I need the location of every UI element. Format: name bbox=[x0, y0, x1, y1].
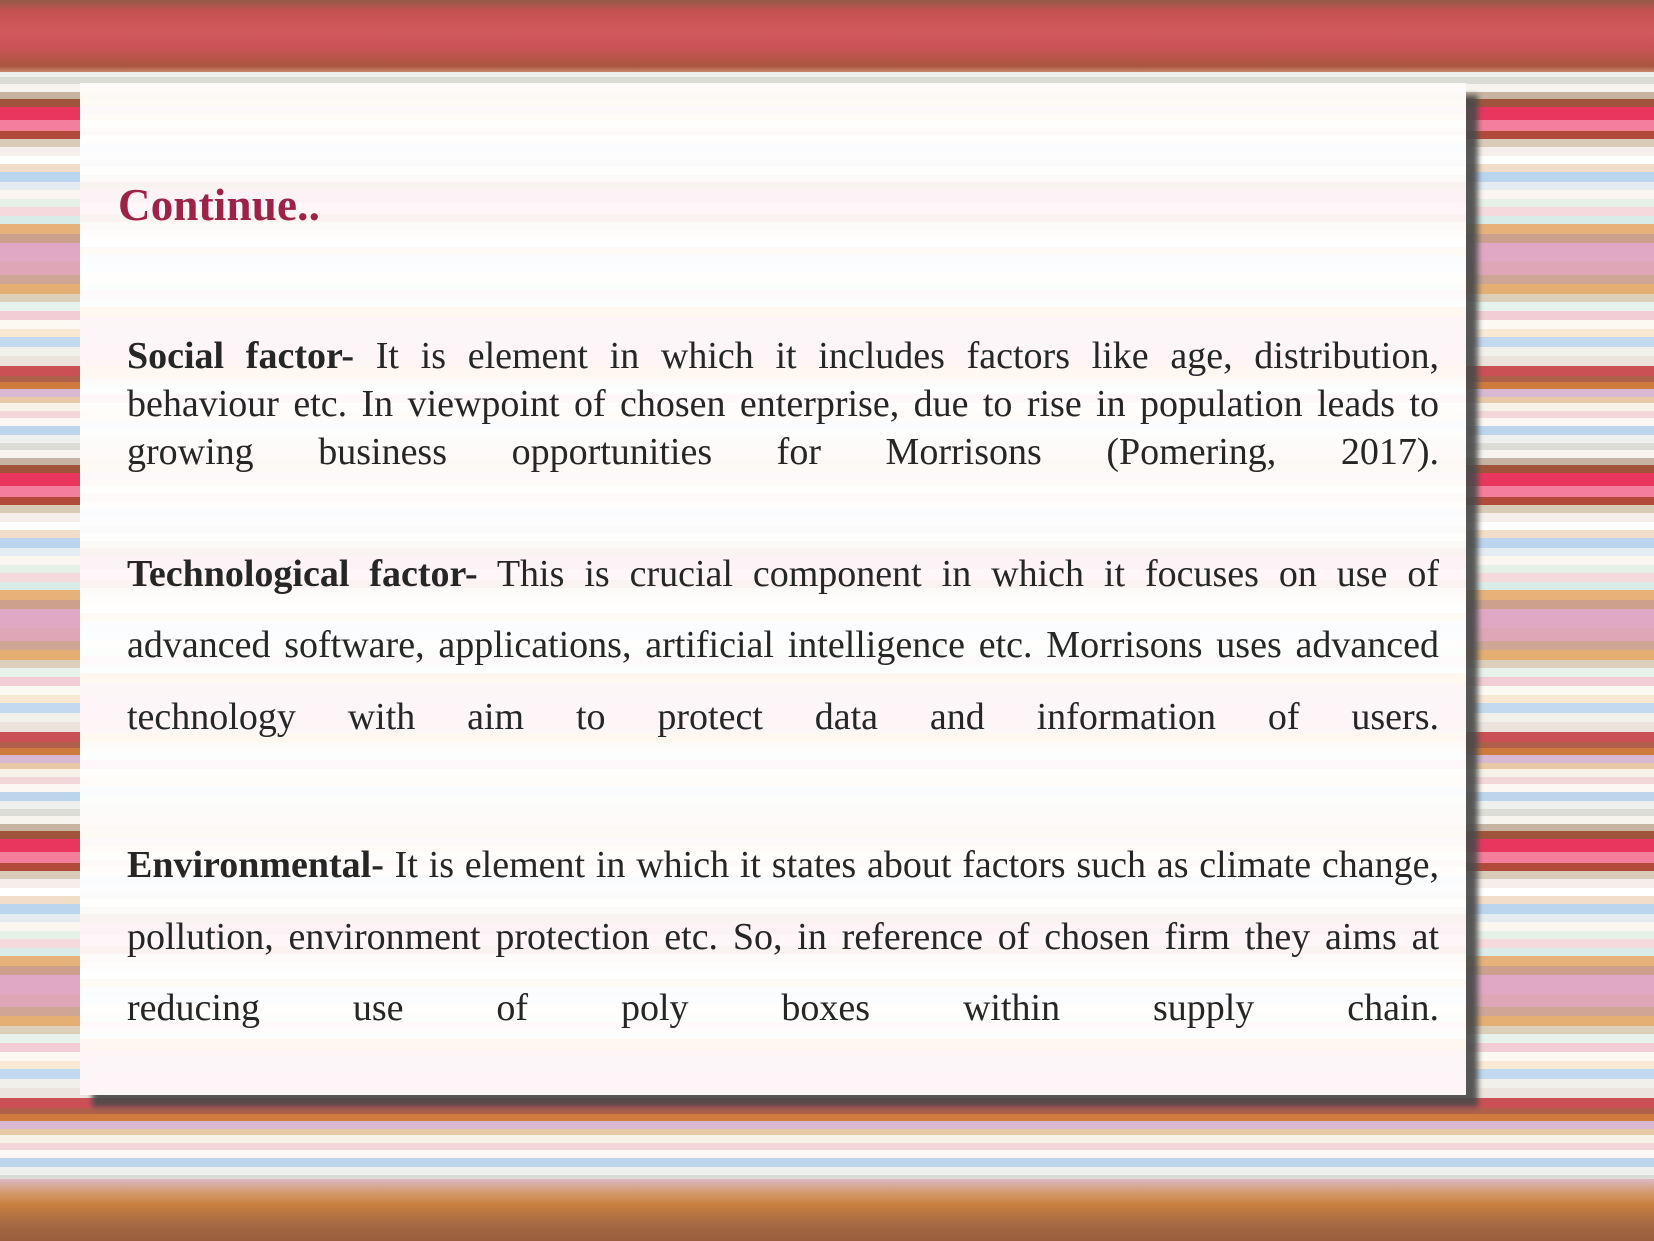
paragraph-technological-lead: Technological factor- bbox=[127, 552, 478, 595]
paragraph-technological: Technological factor- This is crucial co… bbox=[127, 539, 1439, 826]
background-bottom-band bbox=[0, 1179, 1654, 1241]
paragraph-social-lead: Social factor- bbox=[127, 335, 355, 377]
paragraph-environmental: Environmental- It is element in which it… bbox=[127, 830, 1439, 1095]
content-card-inner: Continue.. Social factor- It is element … bbox=[80, 83, 1466, 1095]
paragraph-social: Social factor- It is element in which it… bbox=[127, 333, 1439, 525]
paragraph-environmental-lead: Environmental- bbox=[127, 843, 384, 886]
body-content: Social factor- It is element in which it… bbox=[127, 333, 1439, 1095]
page-title: Continue.. bbox=[118, 180, 321, 230]
content-card: Continue.. Social factor- It is element … bbox=[80, 83, 1466, 1095]
background-top-band bbox=[0, 0, 1654, 72]
slide-root: Continue.. Social factor- It is element … bbox=[0, 0, 1654, 1241]
